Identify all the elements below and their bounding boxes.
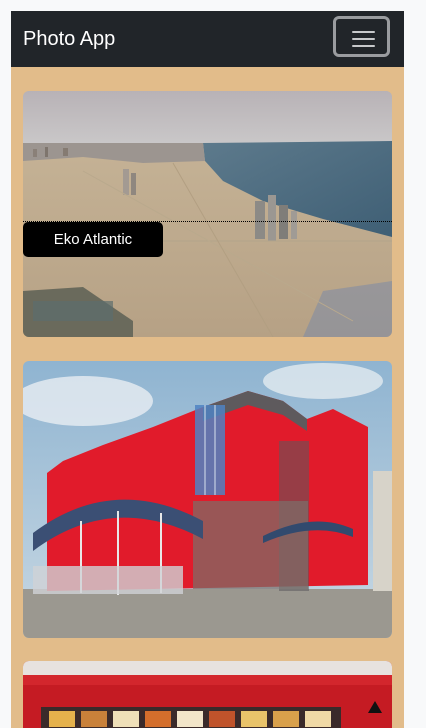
photo-card[interactable]: [23, 361, 392, 638]
hamburger-icon: [352, 31, 375, 47]
app-frame: Photo App Eko Atlantic: [11, 11, 404, 728]
photo-red-building: [23, 361, 392, 638]
photo-eko-atlantic: [23, 91, 392, 337]
photo-card[interactable]: Eko Atlantic: [23, 91, 392, 337]
brand-title[interactable]: Photo App: [23, 26, 115, 52]
photo-caption: Eko Atlantic: [23, 222, 163, 257]
photo-card[interactable]: [23, 661, 392, 728]
photo-restaurant-interior: [23, 661, 392, 728]
navbar-toggle-button[interactable]: [333, 16, 390, 57]
navbar: Photo App: [11, 11, 404, 67]
